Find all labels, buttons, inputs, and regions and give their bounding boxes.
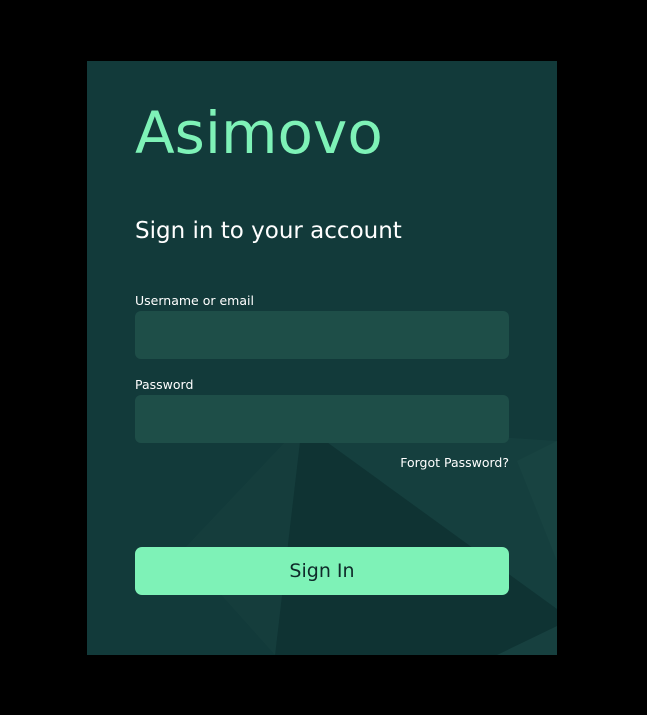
username-label: Username or email bbox=[135, 293, 254, 308]
page-title: Sign in to your account bbox=[135, 218, 402, 244]
sign-in-button[interactable]: Sign In bbox=[135, 547, 509, 595]
forgot-password-link[interactable]: Forgot Password? bbox=[400, 455, 509, 470]
login-card: Asimovo Sign in to your account Username… bbox=[87, 61, 557, 655]
username-input[interactable] bbox=[135, 311, 509, 359]
asimovo-logo: Asimovo bbox=[135, 101, 383, 165]
password-label: Password bbox=[135, 377, 194, 392]
password-input[interactable] bbox=[135, 395, 509, 443]
logo-text: Asimovo bbox=[135, 99, 383, 167]
